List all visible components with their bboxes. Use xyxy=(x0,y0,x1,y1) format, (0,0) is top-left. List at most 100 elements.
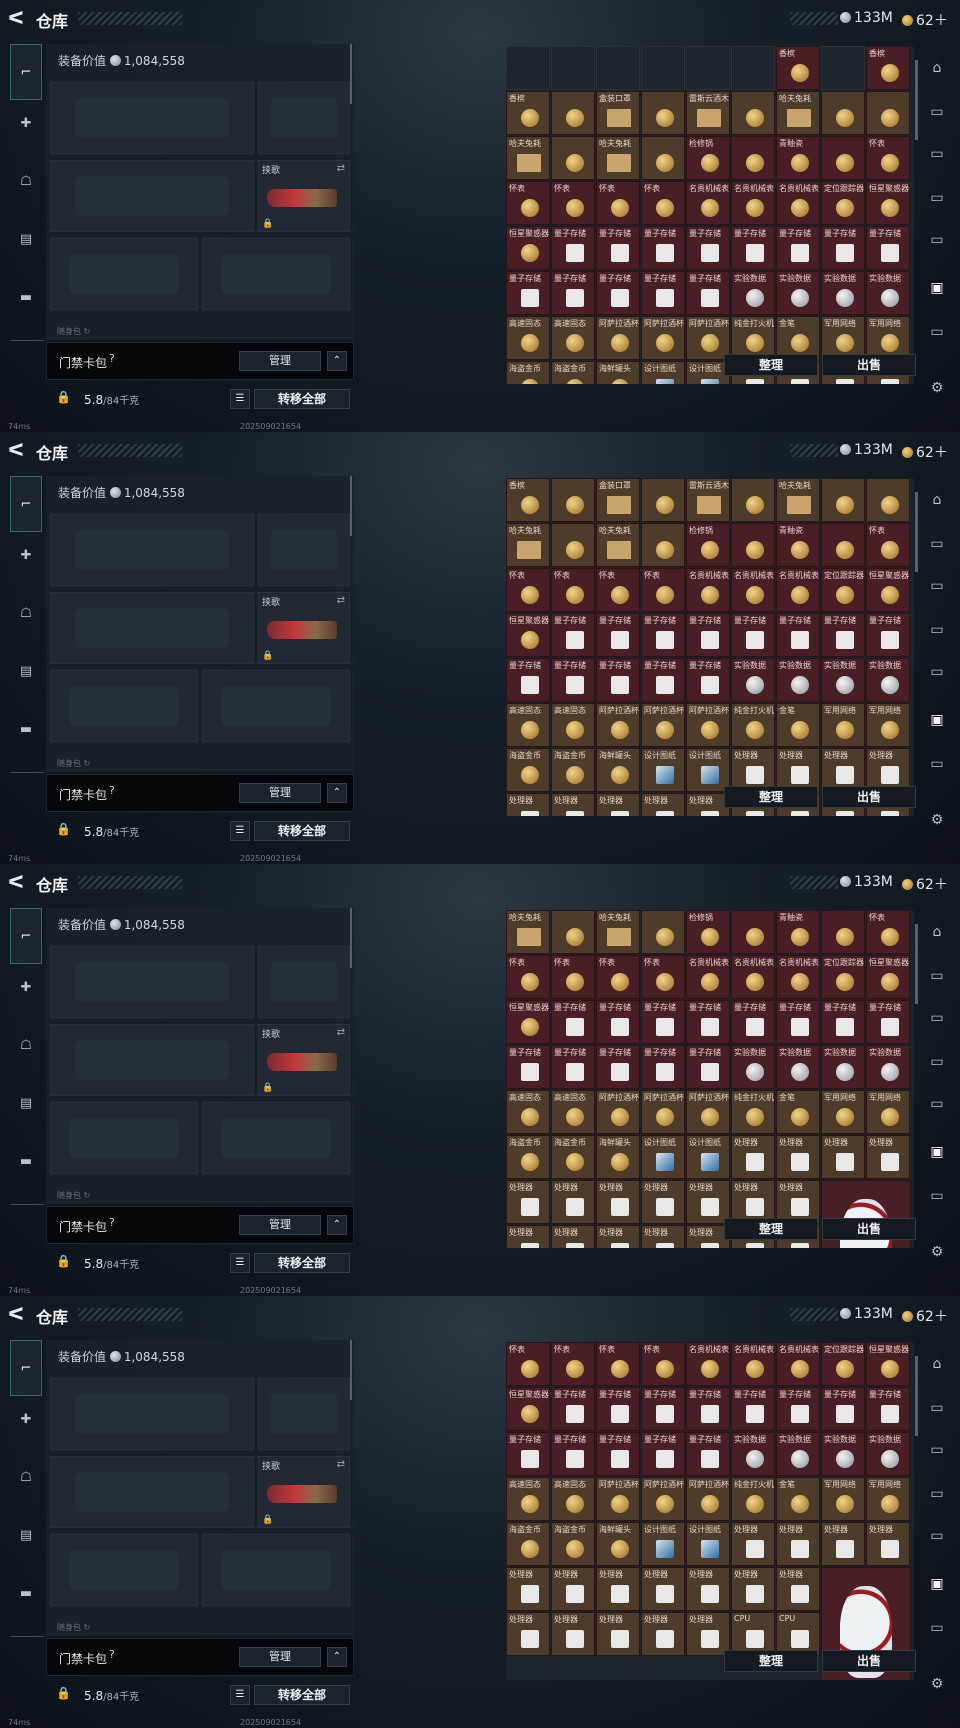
inventory-cell[interactable]: 量子存储 xyxy=(641,271,685,315)
transfer-all-button[interactable]: 转移全部 xyxy=(254,1253,350,1273)
inventory-cell[interactable]: 处理器 xyxy=(596,1567,640,1611)
inventory-cell[interactable]: 实验数据 xyxy=(821,271,865,315)
inventory-cell[interactable]: 处理器 xyxy=(866,1135,910,1179)
inventory-cell[interactable]: 量子存储 xyxy=(596,613,640,657)
equip-slot-2[interactable] xyxy=(50,160,254,232)
right-nav-item-1[interactable]: ▭ xyxy=(924,536,950,552)
inventory-cell[interactable]: 盒装口罩 xyxy=(596,91,640,135)
inventory-cell[interactable]: 阿萨拉酒杯 xyxy=(596,703,640,747)
sort-button[interactable]: 整理 xyxy=(724,354,818,376)
equip-slot-3[interactable]: 挟歌 ⇄ 🔒 xyxy=(258,592,350,664)
inventory-cell[interactable]: 高速固态 xyxy=(506,1477,550,1521)
inventory-cell[interactable]: 处理器 xyxy=(551,1225,595,1248)
help-icon[interactable]: ? xyxy=(109,784,115,797)
list-view-button[interactable]: ☰ xyxy=(230,821,250,841)
inventory-cell[interactable]: 量子存储 xyxy=(686,658,730,702)
inventory-cell[interactable]: 怀表 xyxy=(596,568,640,612)
inventory-cell[interactable]: 量子存储 xyxy=(686,1387,730,1431)
inventory-cell[interactable]: 名贵机械表 xyxy=(776,568,820,612)
right-nav-item-7[interactable]: ⚙ xyxy=(924,380,950,396)
inventory-cell[interactable]: 处理器 xyxy=(776,1522,820,1566)
inventory-cell[interactable]: 怀表 xyxy=(866,910,910,954)
inventory-cell[interactable]: 定位跟踪器 xyxy=(821,1342,865,1386)
equip-slot-1[interactable] xyxy=(258,1378,350,1450)
pistol-item[interactable] xyxy=(267,1053,337,1071)
inventory-cell[interactable]: 量子存储 xyxy=(596,271,640,315)
right-nav-item-6[interactable]: ▭ xyxy=(924,1188,950,1204)
right-nav-item-7[interactable]: ⚙ xyxy=(924,1244,950,1260)
inventory-cell[interactable]: 阿萨拉酒杯 xyxy=(641,703,685,747)
inventory-grid[interactable]: 怀表 怀表 怀表 怀表 名贵机械表 名贵机械表 名贵机械表 定位跟踪器 恒星聚惑器 恒星聚惑器 量子… xyxy=(506,1342,914,1680)
right-nav-item-0[interactable]: ⌂ xyxy=(924,492,950,508)
inventory-cell[interactable]: 处理器 xyxy=(686,1567,730,1611)
inventory-cell[interactable]: 阿萨拉酒杯 xyxy=(641,1090,685,1134)
back-button[interactable]: ᐸ xyxy=(8,440,24,461)
inventory-cell[interactable]: 青釉瓷 xyxy=(776,523,820,567)
inventory-cell[interactable]: 量子存储 xyxy=(641,1432,685,1476)
inventory-cell[interactable]: 名贵机械表 xyxy=(776,955,820,999)
inventory-cell[interactable]: 阿萨拉酒杯 xyxy=(686,703,730,747)
inventory-cell[interactable]: 海鲜罐头 xyxy=(596,1522,640,1566)
pistol-item[interactable] xyxy=(267,189,337,207)
inventory-cell[interactable]: 设计图纸 xyxy=(641,1522,685,1566)
inventory-cell[interactable]: 量子存储 xyxy=(731,226,775,270)
left-nav-item-4[interactable]: ▬ xyxy=(10,1148,42,1176)
inventory-cell[interactable]: 海鲜罐头 xyxy=(596,1135,640,1179)
inventory-cell[interactable]: 恒星聚惑器 xyxy=(866,181,910,225)
left-nav-item-1[interactable]: ✚ xyxy=(10,974,42,1002)
currency-gold[interactable]: 62＋ xyxy=(902,1306,948,1326)
inventory-cell[interactable]: 量子存储 xyxy=(731,1000,775,1044)
inventory-cell[interactable]: 实验数据 xyxy=(821,1045,865,1089)
inventory-cell[interactable] xyxy=(731,910,775,954)
inventory-cell[interactable]: 名贵机械表 xyxy=(686,955,730,999)
inventory-cell[interactable]: 量子存储 xyxy=(551,1387,595,1431)
inventory-cell[interactable]: 设计图纸 xyxy=(686,1522,730,1566)
inventory-cell[interactable]: 量子存储 xyxy=(641,226,685,270)
inventory-cell[interactable]: 哈夫兔耗 xyxy=(506,523,550,567)
inventory-cell[interactable]: 恒星聚惑器 xyxy=(506,226,550,270)
inventory-cell[interactable]: 量子存储 xyxy=(551,1045,595,1089)
inventory-cell[interactable]: 量子存储 xyxy=(551,271,595,315)
inventory-cell[interactable] xyxy=(551,478,595,522)
inventory-cell[interactable]: 量子存储 xyxy=(686,613,730,657)
inventory-cell[interactable]: 处理器 xyxy=(731,1567,775,1611)
inventory-cell[interactable]: 量子存储 xyxy=(686,271,730,315)
inventory-cell[interactable]: 名贵机械表 xyxy=(776,1342,820,1386)
inventory-cell[interactable]: 处理器 xyxy=(731,1522,775,1566)
inventory-cell[interactable]: 哈夫兔耗 xyxy=(506,136,550,180)
inventory-cell[interactable]: 量子存储 xyxy=(551,613,595,657)
inventory-cell[interactable]: 处理器 xyxy=(551,1567,595,1611)
help-icon[interactable]: ? xyxy=(109,352,115,365)
right-nav-item-7[interactable]: ⚙ xyxy=(924,1676,950,1692)
inventory-cell[interactable]: 设计图纸 xyxy=(641,1135,685,1179)
inventory-cell[interactable]: 实验数据 xyxy=(866,271,910,315)
inventory-cell[interactable]: 量子存储 xyxy=(686,1000,730,1044)
inventory-cell[interactable]: 雷斯云酒木 xyxy=(686,91,730,135)
inventory-cell[interactable]: 处理器 xyxy=(506,1225,550,1248)
transfer-all-button[interactable]: 转移全部 xyxy=(254,821,350,841)
inventory-cell[interactable]: 量子存储 xyxy=(641,613,685,657)
inventory-cell[interactable]: 处理器 xyxy=(596,1180,640,1224)
equip-scrollbar[interactable] xyxy=(350,44,352,104)
sell-button[interactable]: 出售 xyxy=(822,1218,916,1240)
inventory-cell[interactable]: 恒星聚惑器 xyxy=(866,1342,910,1386)
sell-button[interactable]: 出售 xyxy=(822,786,916,808)
left-nav-item-1[interactable]: ✚ xyxy=(10,1406,42,1434)
inventory-cell[interactable]: 设计图纸 xyxy=(686,1135,730,1179)
equip-slot-2[interactable] xyxy=(50,592,254,664)
inventory-cell[interactable]: 量子存储 xyxy=(551,1432,595,1476)
inventory-cell[interactable]: 海盗金币 xyxy=(551,361,595,384)
inventory-cell[interactable]: 哈夫兔耗 xyxy=(776,478,820,522)
inventory-cell[interactable]: 量子存储 xyxy=(596,1432,640,1476)
equip-slot-3[interactable]: 挟歌 ⇄ 🔒 xyxy=(258,1456,350,1528)
inventory-cell[interactable]: 实验数据 xyxy=(731,1045,775,1089)
right-nav-item-5[interactable]: ▣ xyxy=(924,1576,950,1592)
inventory-cell[interactable]: 名贵机械表 xyxy=(686,181,730,225)
inventory-cell[interactable]: 高速固态 xyxy=(551,703,595,747)
inventory-cell[interactable]: 量子存储 xyxy=(596,1000,640,1044)
left-nav-item-0[interactable]: ⌐ xyxy=(10,44,42,100)
inventory-cell[interactable]: 实验数据 xyxy=(731,658,775,702)
swap-icon[interactable]: ⇄ xyxy=(337,595,345,606)
inventory-cell[interactable] xyxy=(731,523,775,567)
inventory-cell[interactable]: 纯金打火机 xyxy=(731,1477,775,1521)
